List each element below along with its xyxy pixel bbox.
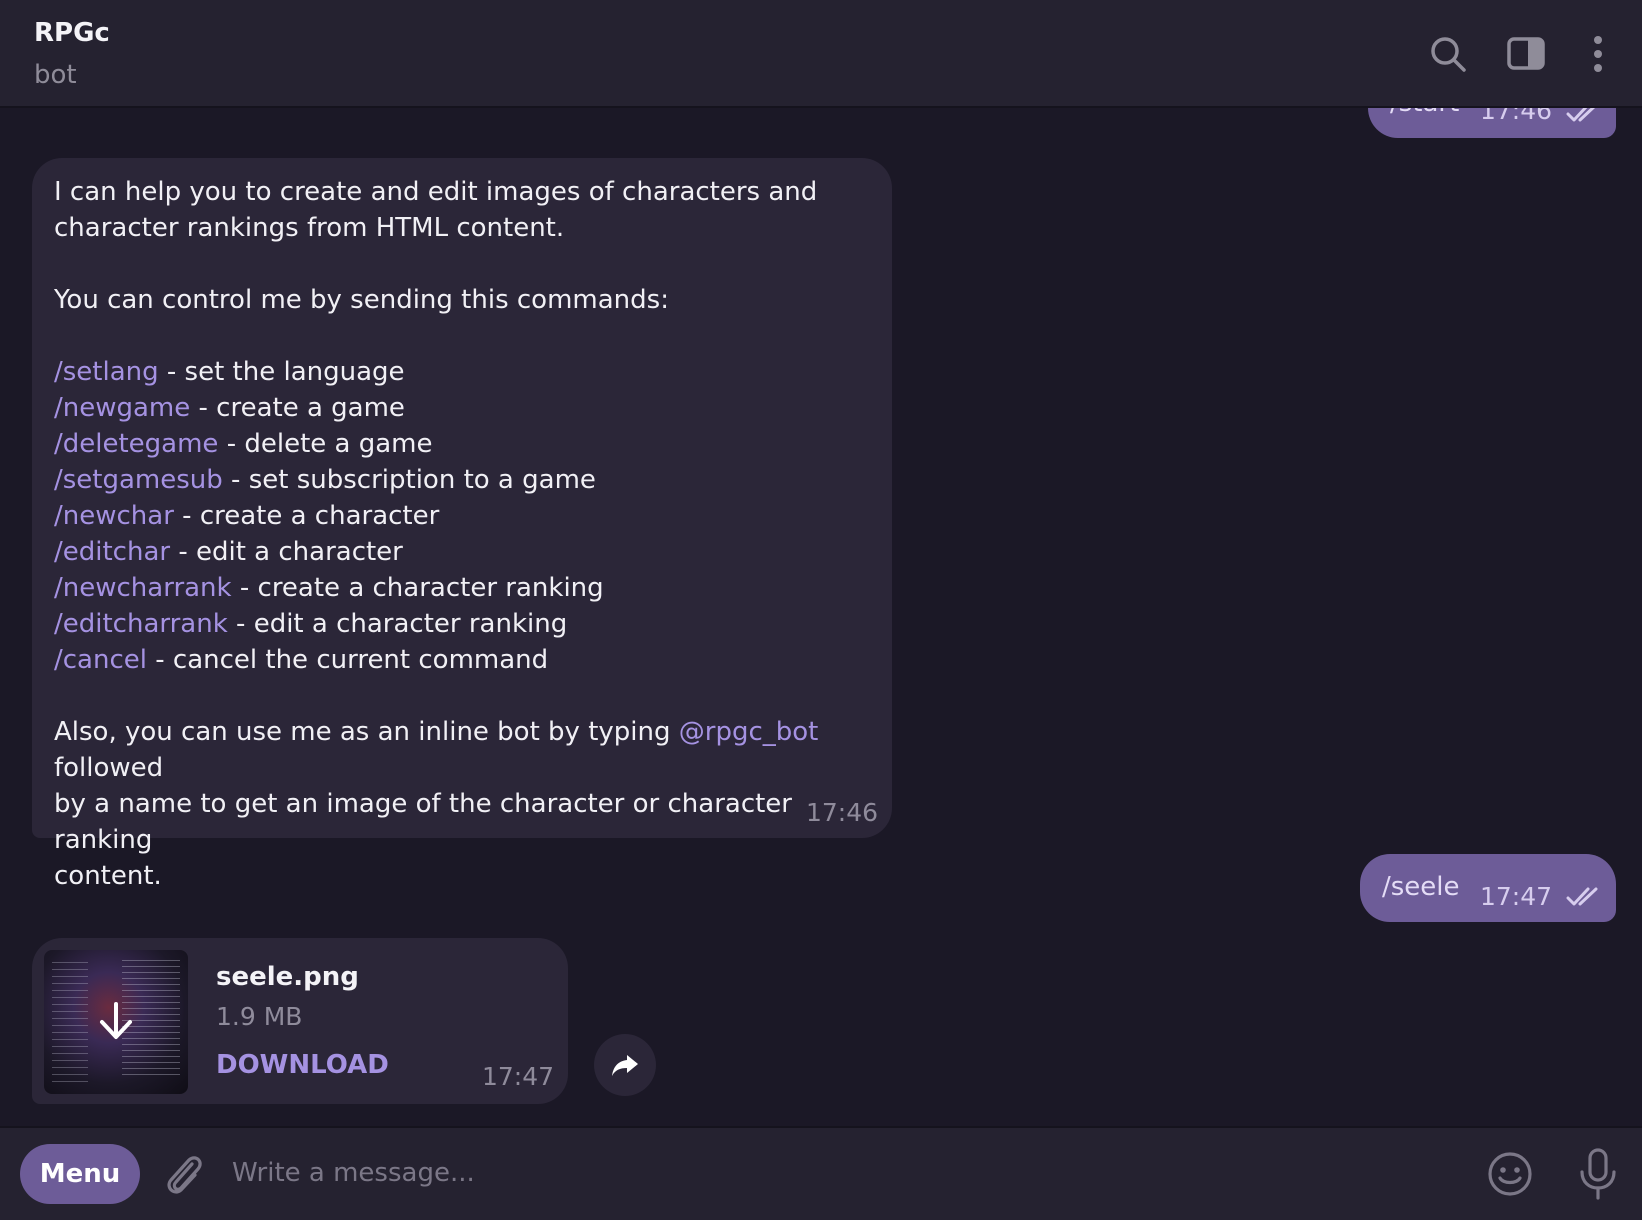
- command-link-editcharrank[interactable]: /editcharrank: [54, 609, 228, 639]
- message-time: 17:46: [1480, 106, 1553, 125]
- command-link-newcharrank[interactable]: /newcharrank: [54, 573, 232, 603]
- command-line-setlang: /setlang - set the language: [54, 354, 874, 390]
- command-line-cancel: /cancel - cancel the current command: [54, 642, 874, 678]
- forward-arrow-icon: [612, 1055, 638, 1076]
- composer: Menu: [0, 1126, 1642, 1220]
- command-desc: - create a character ranking: [231, 573, 604, 603]
- chat-header: RPGc bot: [0, 0, 1642, 108]
- sidebar-toggle-icon[interactable]: [1502, 30, 1550, 78]
- double-check-icon: [1566, 886, 1604, 912]
- chat-subtitle: bot: [34, 60, 77, 90]
- command-line-setgamesub: /setgamesub - set subscription to a game: [54, 462, 874, 498]
- message-line: Also, you can use me as an inline bot by…: [54, 714, 874, 786]
- command-desc: - create a game: [190, 393, 405, 423]
- command-desc: - create a character: [173, 501, 440, 531]
- outgoing-message[interactable]: /seele 17:47: [1360, 854, 1616, 922]
- microphone-icon[interactable]: [1576, 1146, 1620, 1206]
- command-desc: - set subscription to a game: [222, 465, 596, 495]
- message-list[interactable]: /start 17:46 I can help you to create an…: [0, 106, 1642, 1126]
- message-text: /seele: [1382, 872, 1460, 902]
- message-line: by a name to get an image of the charact…: [54, 789, 792, 855]
- message-input[interactable]: [230, 1142, 1474, 1204]
- inline-prefix: Also, you can use me as an inline bot by…: [54, 717, 679, 747]
- command-line-newchar: /newchar - create a character: [54, 498, 874, 534]
- command-link-deletegame[interactable]: /deletegame: [54, 429, 218, 459]
- file-name: seele.png: [216, 962, 359, 992]
- attach-icon[interactable]: [162, 1150, 206, 1202]
- chat-title[interactable]: RPGc: [34, 18, 110, 48]
- file-message[interactable]: seele.png 1.9 MB DOWNLOAD 17:47: [32, 938, 568, 1104]
- command-desc: - delete a game: [218, 429, 433, 459]
- message-line: You can control me by sending this comma…: [54, 285, 669, 315]
- menu-button[interactable]: Menu: [20, 1144, 140, 1204]
- command-link-newchar[interactable]: /newchar: [54, 501, 174, 531]
- download-link[interactable]: DOWNLOAD: [216, 1050, 389, 1080]
- message-time: 17:47: [482, 1062, 555, 1091]
- file-size: 1.9 MB: [216, 1002, 303, 1031]
- message-text: I can help you to create and edit images…: [54, 174, 874, 894]
- forward-button[interactable]: [594, 1034, 656, 1096]
- emoji-icon[interactable]: [1486, 1150, 1534, 1202]
- command-line-newgame: /newgame - create a game: [54, 390, 874, 426]
- bot-mention-link[interactable]: @rpgc_bot: [679, 717, 819, 747]
- download-arrow-icon[interactable]: [94, 1000, 138, 1044]
- command-link-editchar[interactable]: /editchar: [54, 537, 170, 567]
- command-desc: - edit a character: [170, 537, 403, 567]
- message-line: I can help you to create and edit images…: [54, 177, 818, 207]
- command-desc: - cancel the current command: [146, 645, 549, 675]
- command-desc: - set the language: [158, 357, 405, 387]
- file-thumbnail[interactable]: [44, 950, 188, 1094]
- command-link-newgame[interactable]: /newgame: [54, 393, 190, 423]
- command-line-deletegame: /deletegame - delete a game: [54, 426, 874, 462]
- command-link-setgamesub[interactable]: /setgamesub: [54, 465, 223, 495]
- command-desc: - edit a character ranking: [227, 609, 568, 639]
- message-time: 17:47: [1480, 882, 1553, 911]
- search-icon[interactable]: [1424, 30, 1472, 78]
- command-line-editchar: /editchar - edit a character: [54, 534, 874, 570]
- message-time: 17:46: [806, 798, 879, 827]
- double-check-icon: [1566, 106, 1604, 128]
- more-vertical-icon[interactable]: [1574, 30, 1622, 78]
- message-line: character rankings from HTML content.: [54, 213, 565, 243]
- outgoing-message[interactable]: /start 17:46: [1368, 106, 1616, 138]
- message-line: content.: [54, 861, 162, 891]
- inline-suffix: followed: [54, 753, 164, 783]
- command-line-newcharrank: /newcharrank - create a character rankin…: [54, 570, 874, 606]
- command-link-setlang[interactable]: /setlang: [54, 357, 159, 387]
- command-link-cancel[interactable]: /cancel: [54, 645, 147, 675]
- incoming-message[interactable]: I can help you to create and edit images…: [32, 158, 892, 891]
- command-line-editcharrank: /editcharrank - edit a character ranking: [54, 606, 874, 642]
